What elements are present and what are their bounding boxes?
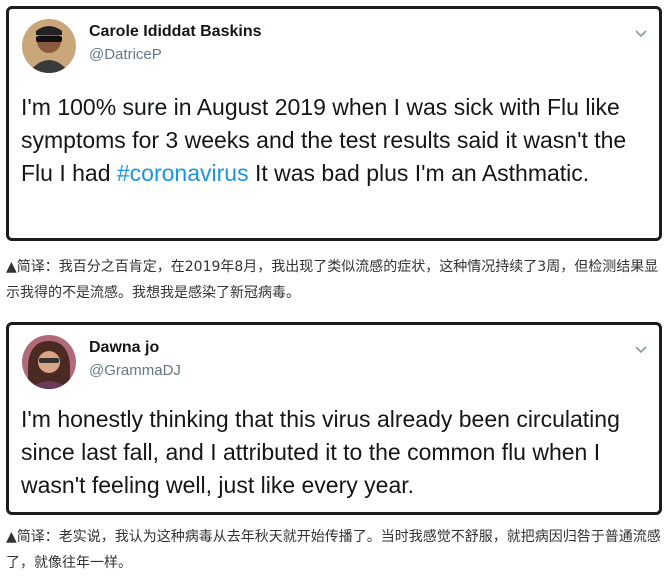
chevron-down-icon[interactable]: [633, 341, 649, 357]
profile-photo-woman-icon: [22, 335, 76, 389]
author-name[interactable]: Carole Ididdat Baskins: [89, 23, 262, 41]
translation-caption-1: ▲简译：我百分之百肯定，在2019年8月，我出现了类似流感的症状，这种情况持续了…: [6, 259, 659, 301]
author-handle[interactable]: @GrammaDJ: [89, 362, 181, 379]
tweet-body: I'm 100% sure in August 2019 when I was …: [21, 91, 639, 190]
author-name[interactable]: Dawna jo: [89, 339, 159, 357]
chevron-down-icon[interactable]: [633, 25, 649, 41]
translation-caption-2: ▲简译：老实说，我认为这种病毒从去年秋天就开始传播了。当时我感觉不舒服，就把病因…: [6, 529, 661, 571]
tweet-card-2: Dawna jo @GrammaDJ I'm honestly thinking…: [6, 322, 662, 515]
tweet-card-1: Carole Ididdat Baskins @DatriceP I'm 100…: [6, 6, 662, 241]
avatar-1[interactable]: [22, 19, 76, 73]
profile-photo-man-sunglasses-icon: [22, 19, 76, 73]
tweet-body: I'm honestly thinking that this virus al…: [21, 406, 620, 498]
avatar-2[interactable]: [22, 335, 76, 389]
tweet-text-part: It was bad plus I'm an Asthmatic.: [248, 160, 590, 186]
author-handle[interactable]: @DatriceP: [89, 46, 162, 63]
hashtag-link[interactable]: #coronavirus: [117, 160, 249, 186]
